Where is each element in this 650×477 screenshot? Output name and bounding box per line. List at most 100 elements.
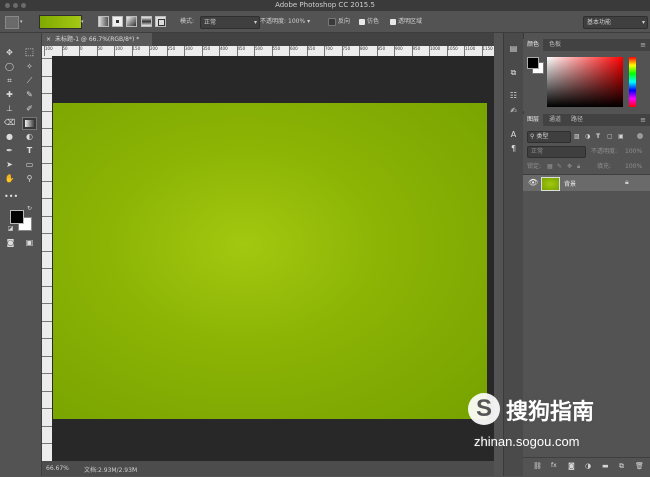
fill-value[interactable]: 100% xyxy=(625,161,642,172)
hue-slider[interactable] xyxy=(629,57,636,107)
tab-color[interactable]: 颜色 xyxy=(523,39,544,51)
gradient-tool-icon[interactable] xyxy=(22,117,37,130)
shape-tool-icon[interactable]: ▭ xyxy=(24,159,35,170)
ruler-tick xyxy=(42,303,52,304)
tab-layers[interactable]: 图层 xyxy=(523,114,544,126)
chevron-down-icon[interactable]: ▾ xyxy=(20,19,23,25)
filter-smart-object-icon[interactable]: ▣ xyxy=(618,131,624,142)
layer-style-icon[interactable]: fx xyxy=(551,462,557,469)
foreground-color-swatch[interactable] xyxy=(10,210,24,224)
gradient-tool-preset-icon[interactable] xyxy=(5,16,19,29)
mode-label: 模式: xyxy=(180,18,195,25)
character-panel-icon[interactable]: A xyxy=(508,129,519,140)
ruler-label: 300 xyxy=(185,46,193,51)
layer-opacity-value[interactable]: 100% xyxy=(625,146,642,157)
layer-mask-icon[interactable]: ◙ xyxy=(568,462,575,470)
opacity-field[interactable]: 100% ▾ xyxy=(288,16,310,27)
eyedropper-tool-icon[interactable]: ⟋ xyxy=(24,75,35,86)
watermark-url: zhinan.sogou.com xyxy=(474,434,580,449)
history-brush-tool-icon[interactable]: ✐ xyxy=(24,103,35,114)
sogou-logo-icon: S xyxy=(468,393,500,425)
workspace-select[interactable]: 基本功能 ▾ xyxy=(583,16,648,29)
blur-tool-icon[interactable]: ● xyxy=(4,131,15,142)
radial-gradient-icon[interactable] xyxy=(112,16,123,27)
angle-gradient-icon[interactable] xyxy=(126,16,137,27)
opacity-label: 不透明度: xyxy=(260,18,287,25)
tab-channels[interactable]: 通道 xyxy=(545,114,565,126)
adjustment-layer-icon[interactable]: ◑ xyxy=(585,462,591,470)
panel-menu-icon[interactable]: ≡ xyxy=(640,41,646,49)
visibility-eye-icon[interactable]: 👁︎ xyxy=(528,178,538,187)
layer-name[interactable]: 背景 xyxy=(564,179,576,188)
dither-checkbox[interactable]: 仿色 xyxy=(359,16,379,27)
panel-menu-icon[interactable]: ≡ xyxy=(640,116,646,124)
ruler-label: 50 xyxy=(97,46,103,51)
blend-mode-row: 正常 不透明度: 100% xyxy=(527,146,646,158)
layer-kind-filter[interactable]: ⚲ 类型 xyxy=(527,131,571,143)
screen-mode-icon[interactable]: ▣ xyxy=(24,237,35,248)
clone-stamp-tool-icon[interactable]: ⊥ xyxy=(4,103,15,114)
filter-pixel-icon[interactable]: ▨ xyxy=(574,131,580,142)
pen-tool-icon[interactable]: ✒ xyxy=(4,145,15,156)
lock-transparent-icon[interactable]: ▦ xyxy=(547,161,553,172)
tab-paths[interactable]: 路径 xyxy=(567,114,587,126)
dodge-tool-icon[interactable]: ◐ xyxy=(24,131,35,142)
type-tool-icon[interactable]: T xyxy=(24,145,35,156)
filter-adjustment-icon[interactable]: ◑ xyxy=(585,131,590,142)
history-panel-icon[interactable]: ▤ xyxy=(508,43,519,54)
delete-layer-icon[interactable]: 🗑︎ xyxy=(635,462,644,470)
swap-colors-icon[interactable]: ↻ xyxy=(24,203,35,214)
default-colors-icon[interactable]: ◪ xyxy=(5,223,16,234)
marquee-tool-icon[interactable]: ⬚ xyxy=(24,47,35,58)
transparency-checkbox[interactable]: 透明区域 xyxy=(390,16,422,27)
diamond-gradient-icon[interactable] xyxy=(155,16,166,27)
brush-tool-icon[interactable]: ✎ xyxy=(24,89,35,100)
quick-mask-icon[interactable]: ◙ xyxy=(5,237,16,248)
paragraph-panel-icon[interactable]: ¶ xyxy=(508,143,519,154)
linear-gradient-icon[interactable] xyxy=(98,16,109,27)
lock-image-icon[interactable]: ✎ xyxy=(557,161,562,172)
canvas-gradient-fill[interactable] xyxy=(53,103,487,419)
eraser-tool-icon[interactable]: ⌫ xyxy=(4,117,15,128)
hand-tool-icon[interactable]: ✋ xyxy=(4,173,15,184)
magic-wand-tool-icon[interactable]: ✧ xyxy=(24,61,35,72)
blend-mode-select[interactable]: 正常 xyxy=(527,146,586,158)
checkbox-checked-icon xyxy=(390,18,396,25)
mode-select[interactable]: 正常 ▾ xyxy=(200,16,260,29)
brush-panel-icon[interactable]: ✍ xyxy=(508,105,519,116)
document-info: 文档:2.93M/2.93M xyxy=(84,467,138,474)
filter-toggle-icon[interactable] xyxy=(637,133,643,139)
move-tool-icon[interactable]: ✥ xyxy=(4,47,15,58)
crop-tool-icon[interactable]: ⌗ xyxy=(4,75,15,86)
healing-brush-tool-icon[interactable]: ✚ xyxy=(4,89,15,100)
document-tab[interactable]: × 未标题-1 @ 66.7%(RGB/8*) * xyxy=(42,33,152,46)
chevron-down-icon: ▾ xyxy=(641,19,645,26)
watermark-brand: 搜狗指南 xyxy=(506,400,595,425)
status-menu-arrow-icon[interactable]: › xyxy=(132,465,134,472)
zoom-level[interactable]: 66.67% xyxy=(46,465,69,472)
filter-shape-icon[interactable]: ▢ xyxy=(607,131,613,142)
lasso-tool-icon[interactable]: ◯ xyxy=(4,61,15,72)
reflected-gradient-icon[interactable] xyxy=(141,16,152,27)
color-panel-fg-swatch[interactable] xyxy=(527,57,539,69)
filter-type-icon[interactable]: T xyxy=(596,131,600,142)
properties-panel-icon[interactable]: ⧉ xyxy=(508,67,519,78)
reverse-checkbox[interactable]: 反向 xyxy=(328,16,350,27)
more-tools-icon[interactable]: ••• xyxy=(4,191,18,202)
new-layer-icon[interactable]: ⧉ xyxy=(619,462,624,471)
color-spectrum-field[interactable] xyxy=(547,57,623,107)
lock-position-icon[interactable]: ✥ xyxy=(567,161,572,172)
path-selection-tool-icon[interactable]: ➤ xyxy=(4,159,15,170)
tab-swatches[interactable]: 色板 xyxy=(545,39,565,51)
adjustments-panel-icon[interactable]: ☷ xyxy=(508,90,519,101)
gradient-picker-chevron-icon[interactable]: ▾ xyxy=(81,19,84,25)
layer-row-background[interactable]: 👁︎ 背景 🔒︎ xyxy=(523,175,650,191)
zoom-tool-icon[interactable]: ⚲ xyxy=(24,173,35,184)
close-tab-icon[interactable]: × xyxy=(46,36,51,43)
gradient-picker[interactable] xyxy=(39,15,82,29)
new-group-icon[interactable]: ▬ xyxy=(602,462,609,470)
ruler-tick xyxy=(42,198,52,199)
ruler-label: 750 xyxy=(342,46,351,51)
link-layers-icon[interactable]: ⛓ xyxy=(533,462,542,470)
lock-all-icon[interactable]: 🔒︎ xyxy=(577,161,580,172)
